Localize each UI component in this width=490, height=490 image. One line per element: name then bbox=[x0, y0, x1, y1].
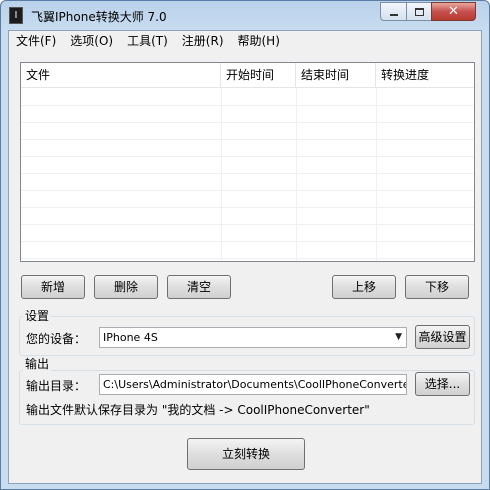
output-note: 输出文件默认保存目录为 "我的文档 -> CoolIPhoneConverter… bbox=[26, 403, 370, 417]
column-header-progress[interactable]: 转换进度 bbox=[376, 63, 474, 88]
file-list[interactable]: 文件 开始时间 结束时间 转换进度 bbox=[20, 62, 475, 262]
chevron-down-icon[interactable]: ▼ bbox=[395, 328, 402, 347]
menu-bar: 文件(F) 选项(O) 工具(T) 注册(R) 帮助(H) bbox=[9, 31, 481, 51]
delete-button[interactable]: 删除 bbox=[94, 275, 158, 299]
device-select-value: IPhone 4S bbox=[103, 331, 158, 344]
grid-line bbox=[21, 173, 474, 174]
menu-tools[interactable]: 工具(T) bbox=[120, 31, 175, 51]
grid-line bbox=[21, 258, 474, 259]
device-label: 您的设备： bbox=[26, 332, 87, 346]
device-select[interactable]: IPhone 4S ▼ bbox=[99, 327, 407, 348]
maximize-icon bbox=[414, 7, 424, 16]
browse-button[interactable]: 选择... bbox=[415, 372, 470, 396]
grid-line bbox=[21, 207, 474, 208]
convert-button[interactable]: 立刻转换 bbox=[187, 438, 305, 470]
move-up-button[interactable]: 上移 bbox=[332, 275, 396, 299]
grid-line bbox=[21, 224, 474, 225]
settings-group-label: 设置 bbox=[23, 309, 52, 323]
output-dir-label: 输出目录： bbox=[26, 379, 87, 393]
app-window: I 飞翼IPhone转换大师 7.0 ✕ 文件(F) 选项(O) 工具(T) 注… bbox=[0, 0, 490, 490]
minimize-icon bbox=[389, 13, 398, 16]
menu-help[interactable]: 帮助(H) bbox=[231, 31, 287, 51]
grid-line bbox=[21, 139, 474, 140]
column-divider bbox=[221, 88, 222, 261]
app-icon: I bbox=[9, 7, 23, 24]
add-button[interactable]: 新增 bbox=[21, 275, 85, 299]
maximize-button[interactable] bbox=[406, 2, 432, 21]
file-list-header: 文件 开始时间 结束时间 转换进度 bbox=[21, 63, 474, 88]
menu-file[interactable]: 文件(F) bbox=[9, 31, 63, 51]
column-header-start-time[interactable]: 开始时间 bbox=[221, 63, 296, 88]
column-header-end-time[interactable]: 结束时间 bbox=[296, 63, 376, 88]
move-down-button[interactable]: 下移 bbox=[405, 275, 469, 299]
clear-button[interactable]: 清空 bbox=[167, 275, 231, 299]
close-icon: ✕ bbox=[448, 4, 459, 19]
column-header-file[interactable]: 文件 bbox=[21, 63, 221, 88]
minimize-button[interactable] bbox=[380, 2, 407, 21]
grid-line bbox=[21, 105, 474, 106]
client-area: 文件(F) 选项(O) 工具(T) 注册(R) 帮助(H) 文件 开始时间 结束… bbox=[8, 30, 482, 484]
advanced-settings-button[interactable]: 高级设置 bbox=[415, 325, 470, 349]
grid-line bbox=[21, 156, 474, 157]
output-dir-field[interactable]: C:\Users\Administrator\Documents\CoolIPh… bbox=[99, 374, 407, 395]
menu-register[interactable]: 注册(R) bbox=[175, 31, 231, 51]
grid-line bbox=[21, 122, 474, 123]
close-button[interactable]: ✕ bbox=[431, 2, 476, 21]
grid-line bbox=[21, 190, 474, 191]
output-group-label: 输出 bbox=[23, 357, 52, 371]
column-divider bbox=[376, 88, 377, 261]
column-divider bbox=[296, 88, 297, 261]
grid-line bbox=[21, 241, 474, 242]
title-bar[interactable]: I 飞翼IPhone转换大师 7.0 ✕ bbox=[1, 1, 489, 30]
file-list-body[interactable] bbox=[21, 88, 474, 261]
menu-options[interactable]: 选项(O) bbox=[63, 31, 120, 51]
window-title: 飞翼IPhone转换大师 7.0 bbox=[31, 10, 167, 24]
